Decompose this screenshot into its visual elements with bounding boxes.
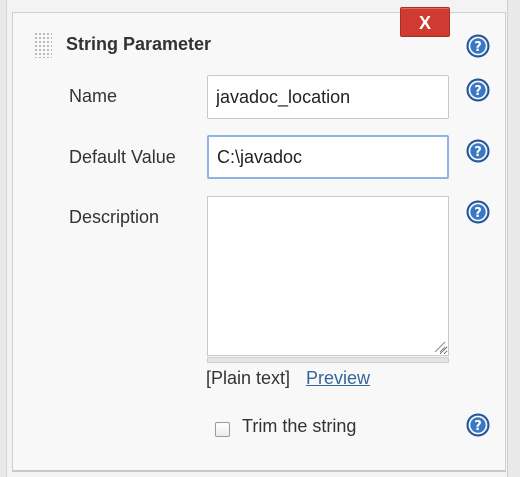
trim-checkbox[interactable] (215, 422, 230, 437)
default-value-input[interactable] (207, 135, 449, 179)
name-label: Name (69, 86, 118, 106)
preview-link[interactable]: Preview (306, 368, 370, 389)
svg-text:?: ? (474, 206, 482, 221)
help-icon[interactable]: ? (466, 200, 490, 224)
svg-text:?: ? (474, 40, 482, 55)
delete-button[interactable]: X (400, 7, 450, 37)
svg-text:?: ? (474, 145, 482, 160)
help-icon[interactable]: ? (466, 34, 490, 58)
svg-text:?: ? (474, 419, 482, 434)
plain-text-label: [Plain text] (206, 368, 291, 388)
scrollbar-track[interactable] (507, 0, 520, 477)
svg-text:?: ? (474, 84, 482, 99)
textarea-resize-bar[interactable] (207, 357, 449, 363)
drag-handle-icon[interactable] (34, 32, 52, 58)
description-textarea[interactable] (207, 196, 449, 356)
name-input[interactable] (207, 75, 449, 119)
trim-checkbox-label[interactable]: Trim the string (242, 416, 356, 437)
section-title: String Parameter (66, 34, 212, 54)
description-label: Description (69, 207, 160, 227)
default-value-label: Default Value (69, 147, 176, 167)
left-edge (0, 0, 7, 477)
help-icon[interactable]: ? (466, 78, 490, 102)
outer-container: X String Parameter ? ? ? ? ? Name Defaul… (0, 0, 520, 477)
help-icon[interactable]: ? (466, 139, 490, 163)
help-icon[interactable]: ? (466, 413, 490, 437)
